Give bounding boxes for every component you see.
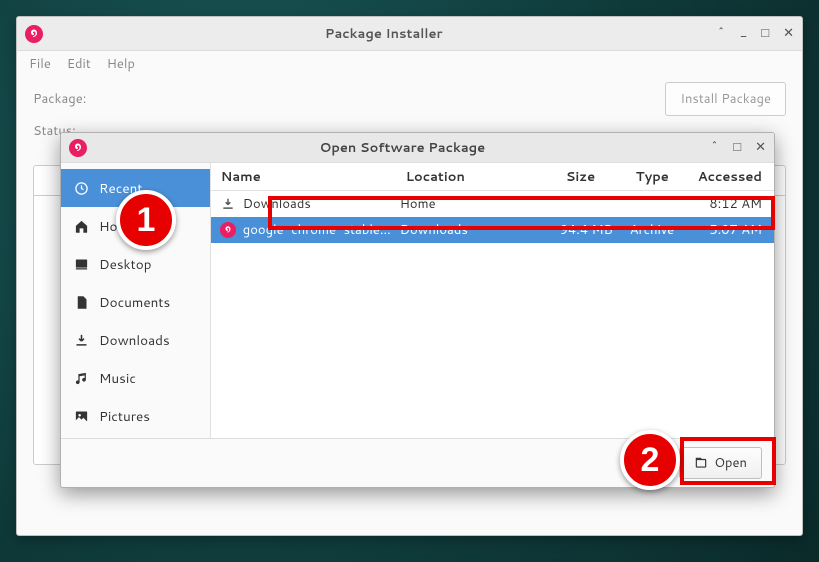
sidebar-item-recent[interactable]: Recent xyxy=(61,169,210,207)
col-size[interactable]: Size xyxy=(556,168,626,186)
file-name: Downloads xyxy=(243,195,400,213)
go-up-button[interactable]: ^ xyxy=(710,141,719,154)
main-window-controls: ^ _ □ ✕ xyxy=(716,27,794,40)
sidebar-item-home[interactable]: Home xyxy=(61,207,210,245)
music-icon xyxy=(73,371,89,386)
column-headers: Name Location Size Type Accessed xyxy=(211,163,774,191)
menu-help[interactable]: Help xyxy=(107,55,135,73)
go-up-button[interactable]: ^ xyxy=(716,27,725,40)
sidebar-item-pictures[interactable]: Pictures xyxy=(61,397,210,435)
document-icon xyxy=(73,295,89,310)
package-label: Package: xyxy=(33,90,86,108)
sidebar-item-desktop[interactable]: Desktop xyxy=(61,245,210,283)
file-size: 94.4 MB xyxy=(560,221,630,239)
open-software-package-dialog: Open Software Package ^ □ ✕ Recent Home … xyxy=(60,132,775,488)
close-button[interactable]: ✕ xyxy=(783,27,794,40)
dialog-footer: Open xyxy=(61,439,774,487)
dialog-window-controls: ^ □ ✕ xyxy=(710,141,766,154)
sidebar-item-label: Home xyxy=(99,217,136,236)
sidebar-item-downloads[interactable]: Downloads xyxy=(61,321,210,359)
install-package-button[interactable]: Install Package xyxy=(665,82,786,116)
file-accessed: 8:12 AM xyxy=(692,195,774,213)
menu-file[interactable]: File xyxy=(29,55,51,73)
home-icon xyxy=(73,219,89,234)
file-location: Downloads xyxy=(400,221,560,239)
clock-icon xyxy=(73,181,89,196)
file-row-downloads[interactable]: Downloads Home 8:12 AM xyxy=(211,191,774,217)
download-icon xyxy=(219,197,237,211)
file-row-google-chrome[interactable]: google-chrome-stable... Downloads 94.4 M… xyxy=(211,217,774,243)
sidebar-item-label: Music xyxy=(99,369,136,388)
file-list: Name Location Size Type Accessed Downloa… xyxy=(211,163,774,438)
sidebar-item-documents[interactable]: Documents xyxy=(61,283,210,321)
col-accessed[interactable]: Accessed xyxy=(688,168,774,186)
pictures-icon xyxy=(73,409,89,424)
sidebar-item-label: Recent xyxy=(99,179,142,198)
sidebar-item-music[interactable]: Music xyxy=(61,359,210,397)
deb-package-icon xyxy=(219,222,237,238)
dialog-title: Open Software Package xyxy=(95,139,710,157)
close-button[interactable]: ✕ xyxy=(755,141,766,154)
file-location: Home xyxy=(400,195,560,213)
open-button-label: Open xyxy=(714,454,747,472)
places-sidebar: Recent Home Desktop Documents Downloads … xyxy=(61,163,211,438)
debian-icon xyxy=(25,25,43,43)
sidebar-item-label: Desktop xyxy=(99,255,151,274)
sidebar-item-label: Documents xyxy=(99,293,170,312)
open-button[interactable]: Open xyxy=(679,447,762,479)
open-folder-icon xyxy=(694,456,708,470)
menubar: File Edit Help xyxy=(17,51,802,77)
file-name: google-chrome-stable... xyxy=(243,221,400,239)
col-name[interactable]: Name xyxy=(211,168,396,186)
col-type[interactable]: Type xyxy=(626,168,688,186)
debian-icon xyxy=(69,139,87,157)
file-accessed: 5:07 AM xyxy=(692,221,774,239)
desktop-icon xyxy=(73,257,89,272)
sidebar-item-label: Pictures xyxy=(99,407,150,426)
download-icon xyxy=(73,333,89,348)
maximize-button[interactable]: □ xyxy=(733,141,741,154)
file-type: Archive xyxy=(630,221,692,239)
menu-edit[interactable]: Edit xyxy=(67,55,91,73)
maximize-button[interactable]: □ xyxy=(761,27,769,40)
main-window-title: Package Installer xyxy=(51,25,716,43)
main-titlebar: Package Installer ^ _ □ ✕ xyxy=(17,17,802,51)
dialog-titlebar: Open Software Package ^ □ ✕ xyxy=(61,133,774,163)
minimize-button[interactable]: _ xyxy=(740,27,747,40)
sidebar-item-label: Downloads xyxy=(99,331,170,350)
col-location[interactable]: Location xyxy=(396,168,556,186)
